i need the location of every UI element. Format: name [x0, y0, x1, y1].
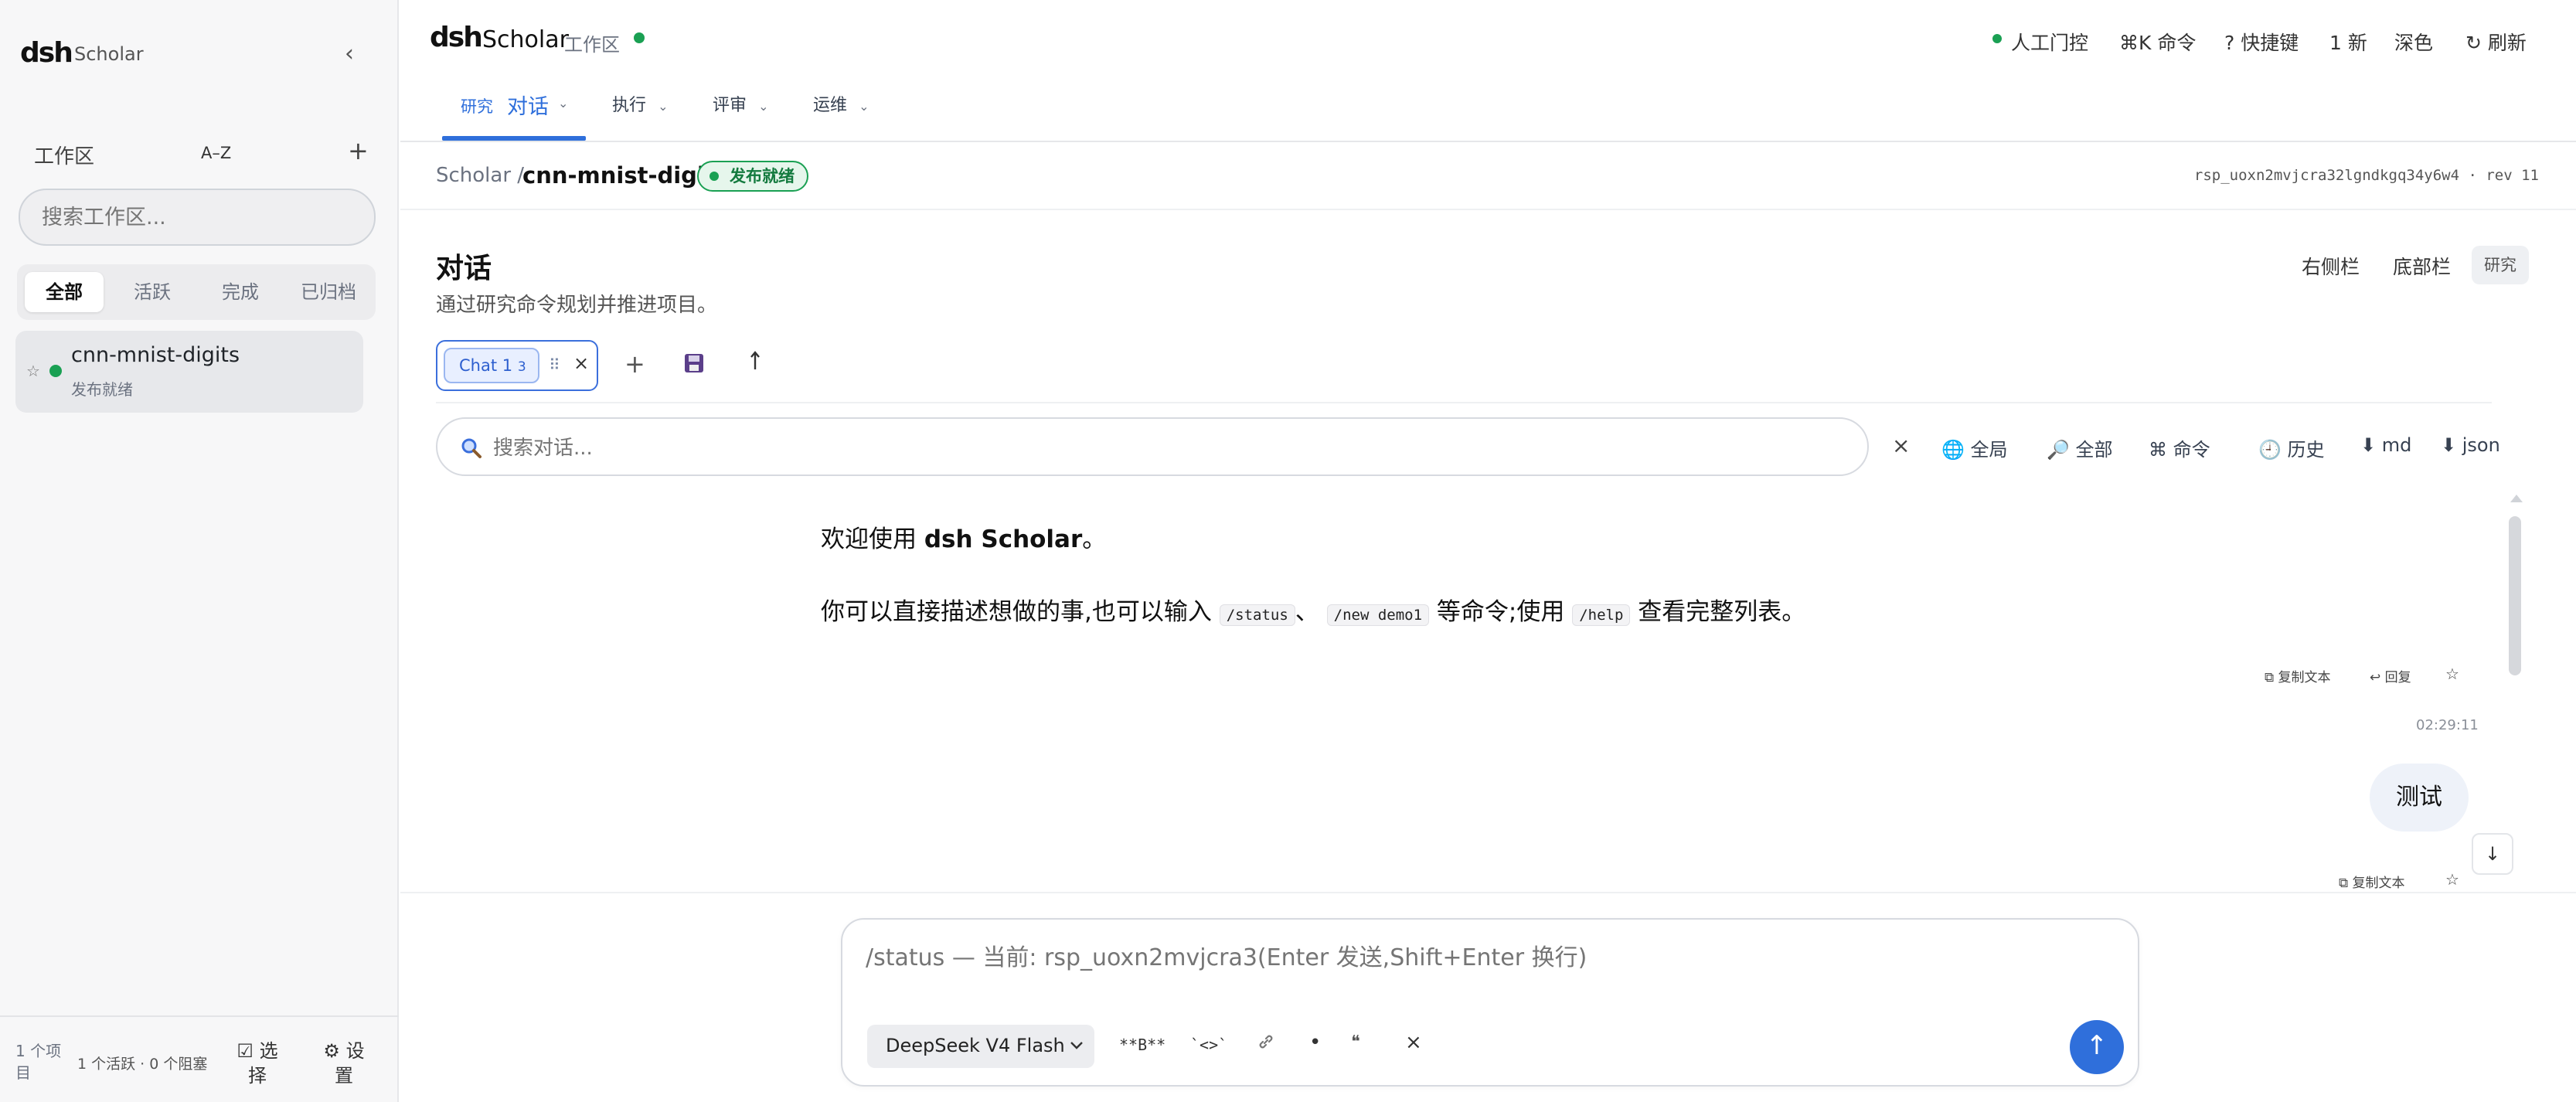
revision-id: rsp_uoxn2mvjcra32lgndkgq34y6w4 · rev 11: [2193, 167, 2539, 184]
right-panel-toggle[interactable]: 右侧栏: [2302, 252, 2360, 280]
project-name: cnn-mnist-digits: [71, 343, 240, 367]
new-chat-icon[interactable]: +: [624, 349, 645, 379]
chat-tab[interactable]: Chat 1 3 ⠿ ×: [436, 340, 598, 391]
scroll-up-arrow[interactable]: [2510, 495, 2523, 502]
new-button[interactable]: 1 新: [2329, 28, 2367, 56]
human-gate-button[interactable]: 人工门控: [2011, 28, 2088, 56]
chat-tabs-divider: [436, 402, 2492, 403]
select-button[interactable]: ☑ 选择: [230, 1039, 284, 1088]
shortcuts-button[interactable]: ? 快捷键: [2224, 28, 2299, 56]
command-palette-button[interactable]: ⌘K 命令: [2119, 28, 2196, 56]
filter-active[interactable]: 活跃: [113, 272, 192, 312]
copy-text-button[interactable]: ⧉ 复制文本: [2265, 666, 2331, 685]
close-tab-icon[interactable]: ×: [573, 352, 589, 374]
header-app-name: Scholar: [482, 26, 569, 53]
research-mode-button[interactable]: 研究: [2472, 246, 2529, 284]
chevron-down-icon: ⌄: [859, 99, 869, 114]
history-button[interactable]: 🕘 历史: [2258, 434, 2325, 461]
composer-divider: [400, 892, 2576, 893]
header-workspace-label: 工作区: [564, 34, 620, 56]
chat-search-input[interactable]: [493, 431, 1838, 465]
sidebar-logo: dsh: [20, 37, 73, 69]
message-input[interactable]: [866, 938, 2118, 988]
badge-dot: [710, 172, 719, 181]
command-filter-button[interactable]: ⌘ 命令: [2149, 434, 2210, 461]
page-title: 对话: [436, 253, 492, 284]
copy-text-button[interactable]: ⧉ 复制文本: [2339, 872, 2405, 891]
tab-research-chat[interactable]: 研究 对话 ⌄: [442, 82, 586, 141]
chevron-down-icon: [1070, 1042, 1083, 1049]
send-button[interactable]: ↑: [2070, 1020, 2124, 1074]
project-status-dot: [49, 365, 62, 377]
header-divider: [400, 141, 2576, 142]
welcome-message: 欢迎使用 dsh Scholar。: [821, 525, 1107, 553]
model-select[interactable]: DeepSeek V4 Flash: [867, 1025, 1094, 1068]
tab-execute[interactable]: 执行 ⌄: [612, 91, 669, 116]
help-message: 你可以直接描述想做的事,也可以输入 /status、 /new demo1 等命…: [821, 598, 1806, 626]
sidebar-footer-divider: [0, 1015, 399, 1017]
bullet-list-button[interactable]: •: [1309, 1031, 1321, 1054]
tab-review[interactable]: 评审 ⌄: [713, 91, 769, 116]
scrollbar-thumb[interactable]: [2509, 516, 2521, 675]
connection-status-dot: [634, 32, 645, 43]
status-filter-group: 全部 活跃 完成 已归档: [17, 264, 376, 320]
reply-button[interactable]: ↩ 回复: [2370, 666, 2411, 685]
chat-message-count: 3: [517, 359, 526, 375]
quote-button[interactable]: ❝: [1351, 1032, 1360, 1052]
project-summary: 1 个活跃 · 0 个阻塞: [77, 1056, 208, 1073]
sidebar: dsh Scholar ‹ 工作区 A–Z + 全部 活跃 完成 已归档 ☆ c…: [0, 0, 399, 1102]
export-icon[interactable]: [750, 351, 761, 376]
human-gate-dot: [1992, 34, 2002, 43]
filter-archived[interactable]: 已归档: [289, 272, 368, 312]
scroll-to-bottom-button[interactable]: ↓: [2472, 833, 2513, 875]
release-ready-badge: 发布就绪: [697, 161, 808, 192]
code-button[interactable]: `<>`: [1190, 1036, 1227, 1054]
clear-format-button[interactable]: ×: [1405, 1031, 1422, 1054]
filter-done[interactable]: 完成: [201, 272, 280, 312]
chat-search-bar: [436, 417, 1869, 476]
export-json-button[interactable]: ⬇ json: [2441, 434, 2500, 456]
favorite-star-icon[interactable]: ☆: [26, 362, 40, 380]
chevron-down-icon: ⌄: [658, 99, 669, 114]
workspace-section-title: 工作区: [34, 145, 95, 168]
settings-button[interactable]: ⚙ 设置: [317, 1039, 371, 1088]
dark-mode-button[interactable]: 深色: [2394, 28, 2433, 56]
breadcrumb-root[interactable]: Scholar /: [436, 164, 524, 187]
collapse-sidebar-icon[interactable]: ‹: [345, 40, 354, 67]
bottom-panel-toggle[interactable]: 底部栏: [2393, 252, 2451, 280]
filter-all[interactable]: 全部: [25, 272, 104, 312]
project-list-item[interactable]: ☆ cnn-mnist-digits 发布就绪: [15, 331, 363, 413]
sidebar-app-name: Scholar: [74, 43, 144, 65]
clear-search-icon[interactable]: ×: [1892, 433, 1910, 458]
composer: DeepSeek V4 Flash **B** `<>` • ❝ × ↑: [841, 918, 2139, 1087]
chat-tab-label[interactable]: Chat 1 3: [444, 348, 539, 383]
project-status-text: 发布就绪: [71, 380, 133, 399]
add-workspace-icon[interactable]: +: [348, 136, 369, 165]
code-status: /status: [1219, 604, 1295, 626]
user-message-bubble: 测试: [2370, 764, 2469, 832]
drag-handle-icon[interactable]: ⠿: [549, 355, 560, 374]
code-help: /help: [1572, 604, 1631, 626]
refresh-button[interactable]: ↻ 刷新: [2465, 28, 2527, 56]
star-message-icon[interactable]: ☆: [2445, 870, 2459, 889]
scope-all-button[interactable]: 🔎 全部: [2047, 434, 2113, 461]
tab-ops[interactable]: 运维 ⌄: [813, 91, 869, 116]
save-icon[interactable]: [685, 354, 703, 372]
page-subtitle: 通过研究命令规划并推进项目。: [436, 294, 718, 317]
code-new: /new demo1: [1326, 604, 1430, 626]
header-logo: dsh: [430, 22, 483, 53]
export-md-button[interactable]: ⬇ md: [2360, 434, 2411, 456]
link-icon[interactable]: [1257, 1032, 1275, 1056]
search-icon: [461, 438, 482, 458]
chevron-down-icon: ⌄: [558, 96, 569, 111]
chevron-down-icon: ⌄: [758, 99, 769, 114]
project-count: 1 个项目: [15, 1042, 62, 1082]
breadcrumb-divider: [400, 209, 2576, 210]
star-message-icon[interactable]: ☆: [2445, 665, 2459, 683]
workspace-search-input[interactable]: [19, 189, 376, 246]
message-timestamp: 02:29:11: [2416, 717, 2479, 733]
sort-toggle[interactable]: A–Z: [201, 144, 231, 162]
scope-global-button[interactable]: 🌐 全局: [1941, 434, 2008, 461]
bold-button[interactable]: **B**: [1119, 1036, 1165, 1054]
